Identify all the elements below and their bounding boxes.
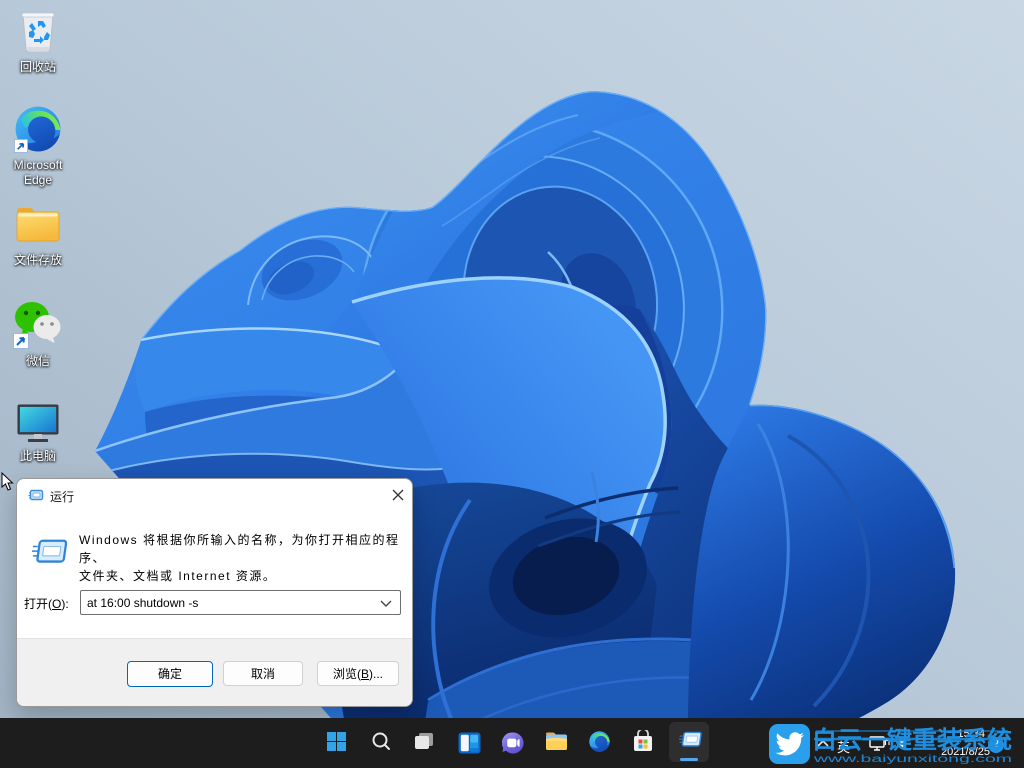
svg-text:www.baiyunxitong.com: www.baiyunxitong.com: [812, 754, 1012, 765]
